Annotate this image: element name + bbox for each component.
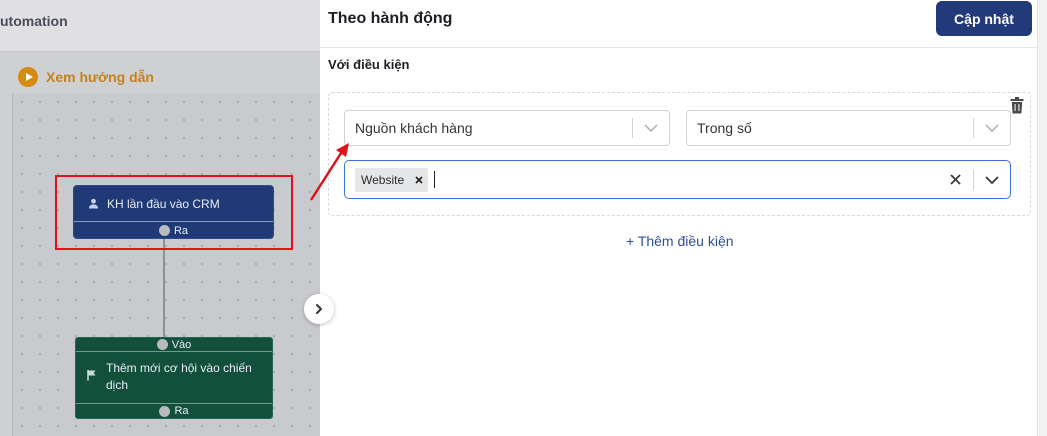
workflow-title: utomation bbox=[0, 13, 68, 29]
chevron-down-icon[interactable] bbox=[633, 124, 669, 132]
add-condition-link[interactable]: + Thêm điều kiện bbox=[626, 233, 734, 249]
condition-values-multiselect[interactable]: Website bbox=[344, 160, 1011, 199]
condition-section-label: Với điều kiện bbox=[328, 57, 410, 72]
action-node-label: Thêm mới cơ hội vào chiến dịch bbox=[106, 361, 252, 392]
chevron-down-icon[interactable] bbox=[974, 124, 1010, 132]
value-tag-label: Website bbox=[361, 172, 405, 187]
input-port-label: Vào bbox=[171, 338, 192, 351]
guide-link[interactable]: Xem hướng dẫn bbox=[18, 67, 154, 87]
update-button[interactable]: Cập nhật bbox=[936, 1, 1032, 36]
workflow-topbar: utomation bbox=[0, 0, 320, 52]
panel-header: Theo hành động Cập nhật bbox=[320, 0, 1037, 48]
chevron-down-icon[interactable] bbox=[974, 175, 1010, 184]
text-caret bbox=[434, 171, 436, 188]
guide-label: Xem hướng dẫn bbox=[46, 69, 154, 85]
action-node[interactable]: Vào Thêm mới cơ hội vào chiến dịch Ra bbox=[75, 337, 273, 419]
panel-scrollbar[interactable] bbox=[1037, 0, 1047, 436]
condition-field-select[interactable]: Nguồn khách hàng bbox=[344, 110, 670, 146]
value-tag: Website bbox=[355, 167, 429, 192]
remove-tag-icon[interactable] bbox=[410, 168, 428, 192]
flag-icon bbox=[87, 370, 96, 381]
highlight-box bbox=[55, 175, 293, 250]
condition-panel: Theo hành động Cập nhật Với điều kiện Ng… bbox=[320, 0, 1037, 436]
condition-operator-value: Trong số bbox=[697, 120, 752, 136]
clear-icon[interactable] bbox=[937, 174, 973, 185]
annotation-arrow bbox=[309, 143, 349, 201]
condition-operator-select[interactable]: Trong số bbox=[686, 110, 1011, 146]
collapse-panel-button[interactable] bbox=[304, 294, 334, 324]
trash-icon[interactable] bbox=[1010, 97, 1024, 114]
play-icon bbox=[18, 67, 38, 87]
input-port[interactable] bbox=[156, 339, 168, 350]
chevron-right-icon bbox=[316, 304, 322, 314]
panel-title: Theo hành động bbox=[328, 10, 453, 27]
condition-field-value: Nguồn khách hàng bbox=[355, 120, 473, 136]
output-port[interactable] bbox=[159, 405, 171, 417]
node-connector-line bbox=[163, 239, 165, 337]
workflow-canvas-area: utomation Xem hướng dẫn KH lần đầu vào C… bbox=[0, 0, 320, 436]
output-port-label: Ra bbox=[174, 405, 189, 417]
